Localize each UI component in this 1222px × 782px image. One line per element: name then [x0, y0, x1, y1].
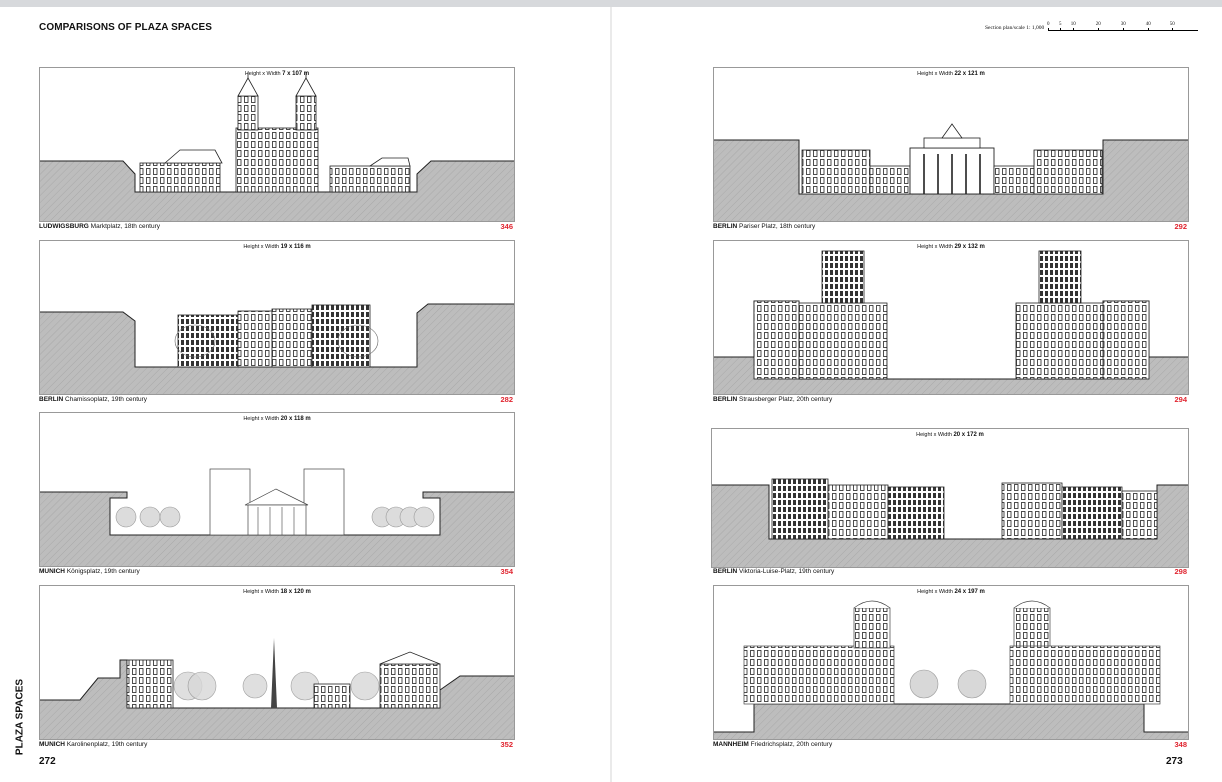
plaza-page-ref: 282 — [500, 395, 513, 404]
scale-bar: Section plan/scale 1: 1,000 0 5 10 20 30… — [985, 22, 1199, 31]
plaza-caption: MUNICH Karolinenplatz, 19th century — [39, 741, 148, 748]
section-drawing — [714, 123, 1188, 221]
left-page-number: 272 — [39, 756, 56, 767]
section-drawing — [40, 303, 514, 394]
section-side-label: PLAZA SPACES — [14, 678, 26, 756]
right-page-number: 273 — [1166, 756, 1183, 767]
plaza-section-ludwigsburg: Height x Width 7 x 107 m — [39, 67, 515, 222]
plaza-section-berlin-chamissoplatz: Height x Width 19 x 116 m — [39, 240, 515, 395]
plaza-section-munich-karolinenplatz: Height x Width 18 x 120 m — [39, 585, 515, 740]
plaza-caption: BERLIN Strausberger Platz, 20th century — [713, 396, 833, 403]
scale-tick-label: 50 — [1169, 22, 1175, 27]
plaza-caption: LUDWIGSBURG Marktplatz, 18th century — [39, 223, 161, 230]
plaza-section-berlin-pariser-platz: Height x Width 22 x 121 m — [713, 67, 1189, 222]
plaza-section-berlin-viktoria-luise-platz: Height x Width 20 x 172 m — [711, 428, 1189, 568]
plaza-section-munich-koenigsplatz: Height x Width 20 x 118 m — [39, 412, 515, 567]
scale-tick-label: 0 — [1047, 22, 1050, 27]
plaza-page-ref: 298 — [1174, 567, 1187, 576]
plaza-page-ref: 346 — [500, 222, 513, 231]
section-drawing — [40, 638, 514, 739]
plaza-caption: MANNHEIM Friedrichsplatz, 20th century — [713, 741, 833, 748]
plaza-caption: BERLIN Viktoria-Luise-Platz, 19th centur… — [713, 568, 835, 575]
plaza-page-ref: 294 — [1174, 395, 1187, 404]
scale-tick-label: 40 — [1145, 22, 1151, 27]
plaza-page-ref: 352 — [500, 740, 513, 749]
scale-label: Section plan/scale 1: 1,000 — [985, 24, 1045, 31]
scale-tick-label: 10 — [1070, 22, 1076, 27]
plaza-page-ref: 348 — [1174, 740, 1187, 749]
section-drawing — [714, 600, 1188, 739]
section-drawing — [40, 72, 514, 221]
scale-tick-label: 20 — [1095, 22, 1101, 27]
section-drawing — [714, 250, 1188, 394]
scale-ruler: 0 5 10 20 30 40 50 — [1047, 22, 1199, 31]
top-band — [0, 0, 1222, 7]
plaza-caption: BERLIN Pariser Platz, 18th century — [713, 223, 816, 230]
plaza-section-mannheim-friedrichsplatz: Height x Width 24 x 197 m — [713, 585, 1189, 740]
plaza-page-ref: 354 — [500, 567, 513, 576]
plaza-page-ref: 292 — [1174, 222, 1187, 231]
scale-tick-label: 5 — [1059, 22, 1062, 27]
plaza-caption: MUNICH Königsplatz, 19th century — [39, 568, 140, 575]
plaza-caption: BERLIN Chamissoplatz, 19th century — [39, 396, 148, 403]
book-spine — [610, 7, 612, 782]
section-drawing — [40, 468, 514, 566]
page-title: COMPARISONS OF PLAZA SPACES — [39, 22, 213, 33]
section-drawing — [712, 478, 1188, 567]
scale-tick-label: 30 — [1120, 22, 1126, 27]
plaza-section-berlin-strausberger-platz: Height x Width 29 x 132 m — [713, 240, 1189, 395]
